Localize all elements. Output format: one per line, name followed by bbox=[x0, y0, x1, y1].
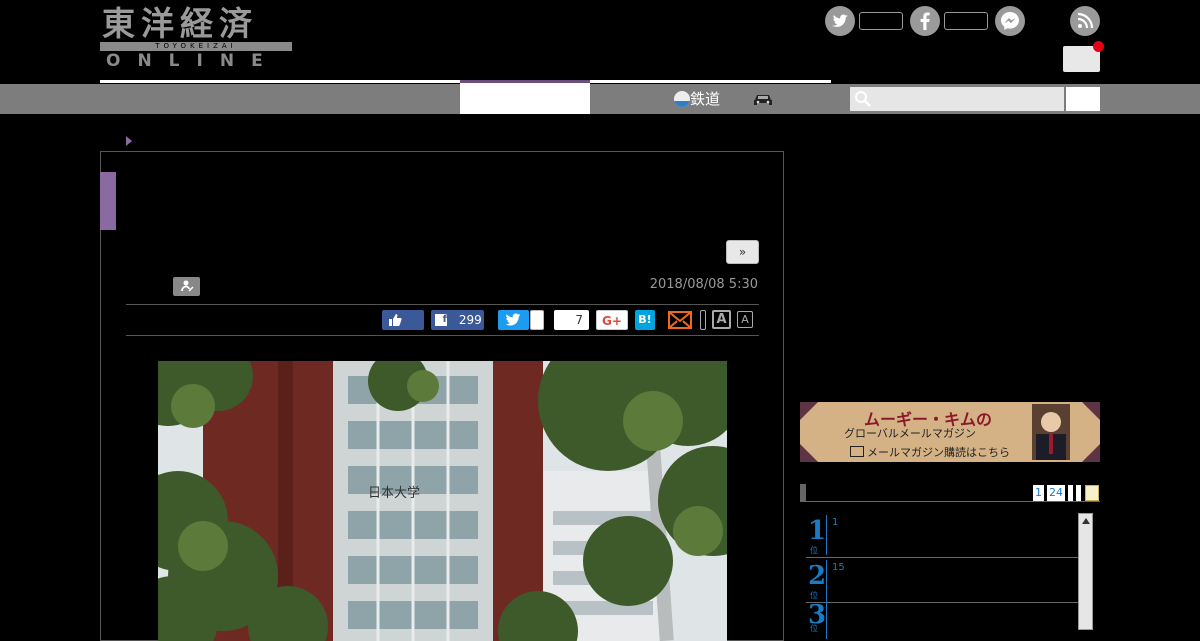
site-logo[interactable]: 東洋経済 TOYOKEIZAI ONLINE bbox=[100, 6, 292, 70]
font-size-small-button[interactable]: A bbox=[737, 311, 753, 328]
logo-japanese: 東洋経済 bbox=[102, 4, 258, 43]
ranking-calendar-icon[interactable] bbox=[1085, 485, 1099, 501]
twitter-count-box bbox=[859, 12, 903, 30]
article-photo: 日本大学 bbox=[158, 361, 727, 641]
logo-romaji-bar: TOYOKEIZAI bbox=[100, 42, 292, 51]
facebook-square-icon: f bbox=[435, 314, 447, 326]
author-icon[interactable] bbox=[173, 277, 200, 296]
mail-magazine-banner[interactable]: ムーギー・キムの グローバルメールマガジン メールマガジン購読はこちら bbox=[800, 402, 1100, 462]
nav-item-railway-label: 鉄道 bbox=[690, 90, 721, 108]
building-sign: 日本大学 bbox=[368, 485, 420, 501]
mail-icon bbox=[850, 446, 864, 457]
banner-cta: メールマガジン購読はこちら bbox=[867, 446, 1010, 459]
ranking-divider bbox=[826, 515, 827, 555]
breadcrumb-arrow-icon bbox=[126, 136, 132, 146]
search-button[interactable] bbox=[1066, 87, 1100, 111]
ranking-count: 15 bbox=[832, 562, 845, 573]
rss-icon[interactable] bbox=[1070, 6, 1100, 36]
hatena-bookmark-button[interactable]: B! bbox=[635, 310, 655, 330]
title-accent-bar bbox=[100, 172, 116, 230]
envelope-icon bbox=[668, 311, 692, 329]
messenger-icon[interactable] bbox=[995, 6, 1025, 36]
ranking-divider bbox=[826, 599, 827, 639]
ranking-tab-3[interactable] bbox=[1068, 485, 1073, 501]
ranking-divider bbox=[826, 560, 827, 600]
share-bar-bottom-border bbox=[126, 335, 759, 336]
train-icon bbox=[674, 91, 690, 107]
next-page-button[interactable]: » bbox=[726, 240, 759, 264]
comment-count-box[interactable]: 7 bbox=[554, 310, 589, 330]
facebook-count-box bbox=[944, 12, 988, 30]
banner-cta-row: メールマガジン購読はこちら bbox=[850, 444, 1010, 460]
building-photo: 日本大学 bbox=[158, 361, 727, 641]
ranking-header-bar bbox=[800, 484, 806, 502]
notification-badge bbox=[1093, 41, 1104, 52]
tweet-count-box bbox=[530, 310, 544, 330]
member-button[interactable] bbox=[1063, 41, 1104, 72]
ranking-header-line bbox=[806, 501, 1100, 502]
ranking-number: 1 bbox=[808, 516, 827, 546]
share-bar-top-border bbox=[126, 304, 759, 305]
font-size-large-button[interactable]: A bbox=[712, 310, 731, 329]
facebook-share-count: 299 bbox=[458, 313, 482, 327]
ranking-number: 2 bbox=[808, 561, 827, 591]
ranking-row[interactable]: 1 位 1 bbox=[806, 513, 1078, 558]
ranking-unit: 位 bbox=[810, 546, 818, 555]
nav-tab-accent bbox=[460, 80, 590, 83]
mail-share-button[interactable] bbox=[668, 310, 694, 330]
search-icon bbox=[855, 91, 871, 107]
like-button[interactable] bbox=[382, 310, 424, 330]
twitter-bird-icon bbox=[505, 313, 521, 326]
print-button[interactable] bbox=[700, 310, 706, 330]
facebook-share-button[interactable]: f 299 bbox=[431, 310, 484, 330]
ranking-tab-1[interactable]: 1 bbox=[1033, 485, 1044, 501]
ranking-tab-24[interactable]: 24 bbox=[1047, 485, 1065, 501]
ranking-count: 1 bbox=[832, 517, 839, 528]
nav-item-car[interactable] bbox=[752, 84, 774, 114]
ranking-tab-4[interactable] bbox=[1076, 485, 1081, 501]
ranking-row[interactable]: 3 位 bbox=[806, 597, 1078, 639]
scroll-up-arrow-icon[interactable] bbox=[1082, 518, 1090, 524]
nav-tab-active[interactable] bbox=[460, 80, 590, 114]
search-input[interactable] bbox=[850, 87, 1064, 111]
twitter-icon[interactable] bbox=[825, 6, 855, 36]
ranking-unit: 位 bbox=[810, 624, 818, 633]
banner-subtitle: グローバルメールマガジン bbox=[844, 427, 976, 440]
logo-english: ONLINE bbox=[106, 51, 280, 71]
tweet-button[interactable] bbox=[498, 310, 529, 330]
nav-item-railway[interactable]: 鉄道 bbox=[674, 84, 720, 114]
facebook-icon[interactable] bbox=[910, 6, 940, 36]
publish-date: 2018/08/08 5:30 bbox=[649, 277, 758, 292]
car-icon bbox=[754, 95, 772, 105]
comment-count: 7 bbox=[575, 313, 583, 327]
thumbs-up-icon bbox=[389, 314, 402, 326]
ranking-scrollbar[interactable] bbox=[1078, 513, 1093, 630]
google-plus-button[interactable]: G+ bbox=[596, 310, 628, 330]
